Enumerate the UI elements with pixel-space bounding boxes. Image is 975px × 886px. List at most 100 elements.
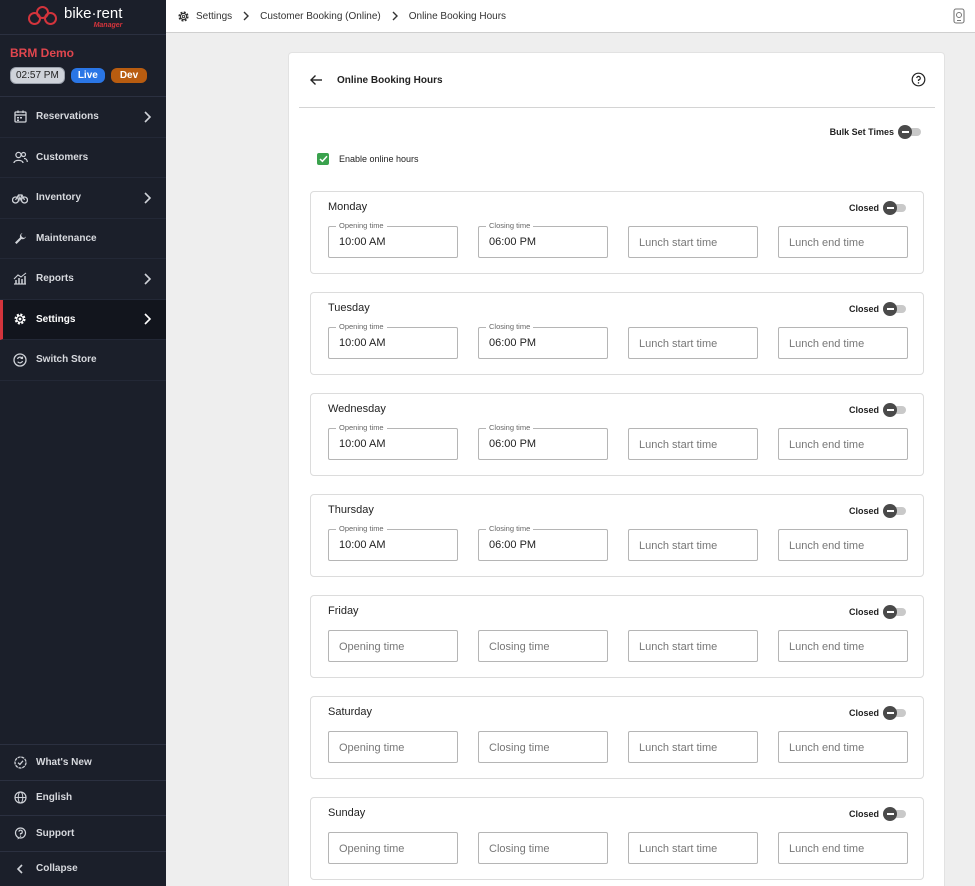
closed-switch: Closed: [849, 403, 907, 417]
clock-badge: 02:57 PM: [10, 67, 65, 84]
closing-time-field[interactable]: Closing time 06:00 PM: [478, 221, 608, 258]
closed-toggle[interactable]: [883, 605, 907, 619]
calendar-icon: [12, 109, 28, 125]
bulk-set-times-toggle[interactable]: [898, 125, 922, 139]
sidebar-item-reports[interactable]: Reports: [0, 259, 166, 300]
sidebar: bike·rent Manager BRM Demo 02:57 PM Live…: [0, 0, 166, 886]
opening-time-field[interactable]: Opening time 10:00 AM: [328, 322, 458, 359]
opening-time-field[interactable]: Opening time: [328, 731, 458, 763]
closing-time-label: Closing time: [486, 322, 534, 332]
closing-time-field[interactable]: Closing time 06:00 PM: [478, 322, 608, 359]
opening-time-field[interactable]: Opening time: [328, 832, 458, 864]
day-name: Saturday: [328, 706, 373, 718]
opening-time-placeholder: Opening time: [339, 742, 405, 754]
sidebar-item-language[interactable]: English: [0, 779, 166, 816]
sidebar-item-support[interactable]: Support: [0, 815, 166, 851]
opening-time-placeholder: Opening time: [339, 641, 405, 653]
day-name: Wednesday: [328, 403, 386, 415]
closing-time-field[interactable]: Closing time 06:00 PM: [478, 423, 608, 460]
lunch-end-field[interactable]: Lunch end time: [778, 428, 908, 460]
chart-icon: [12, 271, 28, 287]
lunch-end-field[interactable]: Lunch end time: [778, 832, 908, 864]
closed-label: Closed: [848, 607, 879, 617]
lunch-start-field[interactable]: Lunch start time: [628, 832, 758, 864]
closing-time-placeholder: Closing time: [489, 843, 550, 855]
closing-time-label: Closing time: [486, 423, 534, 433]
sidebar-item-switch-store[interactable]: Switch Store: [0, 340, 166, 381]
day-row-tuesday: Tuesday Closed Opening time 10:00 AM Closing…: [310, 292, 924, 375]
closed-label: Closed: [848, 203, 879, 213]
sidebar-item-inventory[interactable]: Inventory: [0, 178, 166, 219]
lunch-start-field[interactable]: Lunch start time: [628, 731, 758, 763]
opening-time-label: Opening time: [336, 322, 387, 332]
lunch-start-placeholder: Lunch start time: [639, 540, 718, 552]
lunch-start-field[interactable]: Lunch start time: [628, 428, 758, 460]
opening-time-field[interactable]: Opening time 10:00 AM: [328, 221, 458, 258]
sidebar-item-maintenance[interactable]: Maintenance: [0, 219, 166, 259]
closing-time-field[interactable]: Closing time: [478, 630, 608, 662]
users-icon: [12, 149, 28, 165]
closing-time-value: 06:00 PM: [489, 438, 537, 450]
wrench-icon: [12, 230, 28, 246]
lunch-end-field[interactable]: Lunch end time: [778, 529, 908, 561]
closed-toggle[interactable]: [883, 807, 907, 821]
opening-time-field[interactable]: Opening time 10:00 AM: [328, 524, 458, 561]
breadcrumb-current: Online Booking Hours: [408, 10, 507, 22]
store-info: BRM Demo 02:57 PM Live Dev: [0, 35, 166, 97]
opening-time-value: 10:00 AM: [339, 539, 386, 551]
enable-online-hours-checkbox[interactable]: [317, 153, 329, 165]
sidebar-item-label: Customers: [36, 151, 89, 163]
sidebar-item-whats-new[interactable]: What's New: [0, 744, 166, 780]
back-arrow-icon[interactable]: [309, 73, 323, 87]
bulk-set-times: Bulk Set Times: [830, 125, 922, 139]
sidebar-item-label: English: [36, 792, 73, 804]
breadcrumb-customer-booking[interactable]: Customer Booking (Online): [260, 11, 381, 22]
lunch-end-field[interactable]: Lunch end time: [778, 731, 908, 763]
lunch-start-field[interactable]: Lunch start time: [628, 529, 758, 561]
lunch-start-field[interactable]: Lunch start time: [628, 327, 758, 359]
lunch-start-placeholder: Lunch start time: [639, 338, 718, 350]
chevron-right-icon: [144, 192, 152, 204]
sidebar-item-label: Inventory: [36, 192, 82, 204]
chevron-right-icon: [144, 273, 152, 285]
opening-time-field[interactable]: Opening time: [328, 630, 458, 662]
lunch-end-placeholder: Lunch end time: [789, 439, 865, 451]
closed-toggle[interactable]: [883, 201, 907, 215]
chevron-left-icon: [12, 861, 28, 877]
help-circle-icon[interactable]: [911, 72, 926, 87]
live-badge: Live: [70, 68, 105, 83]
closed-toggle[interactable]: [883, 504, 907, 518]
sidebar-item-settings[interactable]: Settings: [0, 299, 166, 340]
sidebar-item-customers[interactable]: Customers: [0, 138, 166, 178]
lunch-end-field[interactable]: Lunch end time: [778, 630, 908, 662]
closed-switch: Closed: [849, 706, 907, 720]
closing-time-field[interactable]: Closing time 06:00 PM: [478, 524, 608, 561]
opening-time-field[interactable]: Opening time 10:00 AM: [328, 423, 458, 460]
sidebar-collapse-button[interactable]: Collapse: [0, 850, 166, 886]
sidebar-item-reservations[interactable]: Reservations: [0, 97, 166, 138]
closing-time-field[interactable]: Closing time: [478, 832, 608, 864]
top-bar: Settings Customer Booking (Online) Onlin…: [166, 0, 975, 33]
day-row-monday: Monday Closed Opening time 10:00 AM Closing …: [310, 191, 924, 274]
lunch-end-field[interactable]: Lunch end time: [778, 327, 908, 359]
closed-toggle[interactable]: [883, 403, 907, 417]
closed-toggle[interactable]: [883, 302, 907, 316]
enable-online-hours: Enable online hours: [317, 153, 419, 165]
closed-label: Closed: [848, 405, 879, 415]
breadcrumb-settings[interactable]: Settings: [196, 11, 232, 22]
lunch-end-placeholder: Lunch end time: [789, 742, 865, 754]
app-logo[interactable]: bike·rent Manager: [0, 0, 166, 35]
dev-badge: Dev: [110, 68, 148, 83]
lunch-end-field[interactable]: Lunch end time: [778, 226, 908, 258]
opening-time-value: 10:00 AM: [339, 236, 386, 248]
gear-icon: [12, 311, 28, 327]
day-row-sunday: Sunday Closed Opening time Closing time Lunc…: [310, 797, 924, 880]
device-icon[interactable]: [952, 8, 966, 24]
closing-time-placeholder: Closing time: [489, 641, 550, 653]
sidebar-item-label: Reports: [36, 273, 74, 285]
day-name: Monday: [328, 201, 368, 213]
lunch-start-field[interactable]: Lunch start time: [628, 630, 758, 662]
closed-toggle[interactable]: [883, 706, 907, 720]
closing-time-field[interactable]: Closing time: [478, 731, 608, 763]
lunch-start-field[interactable]: Lunch start time: [628, 226, 758, 258]
